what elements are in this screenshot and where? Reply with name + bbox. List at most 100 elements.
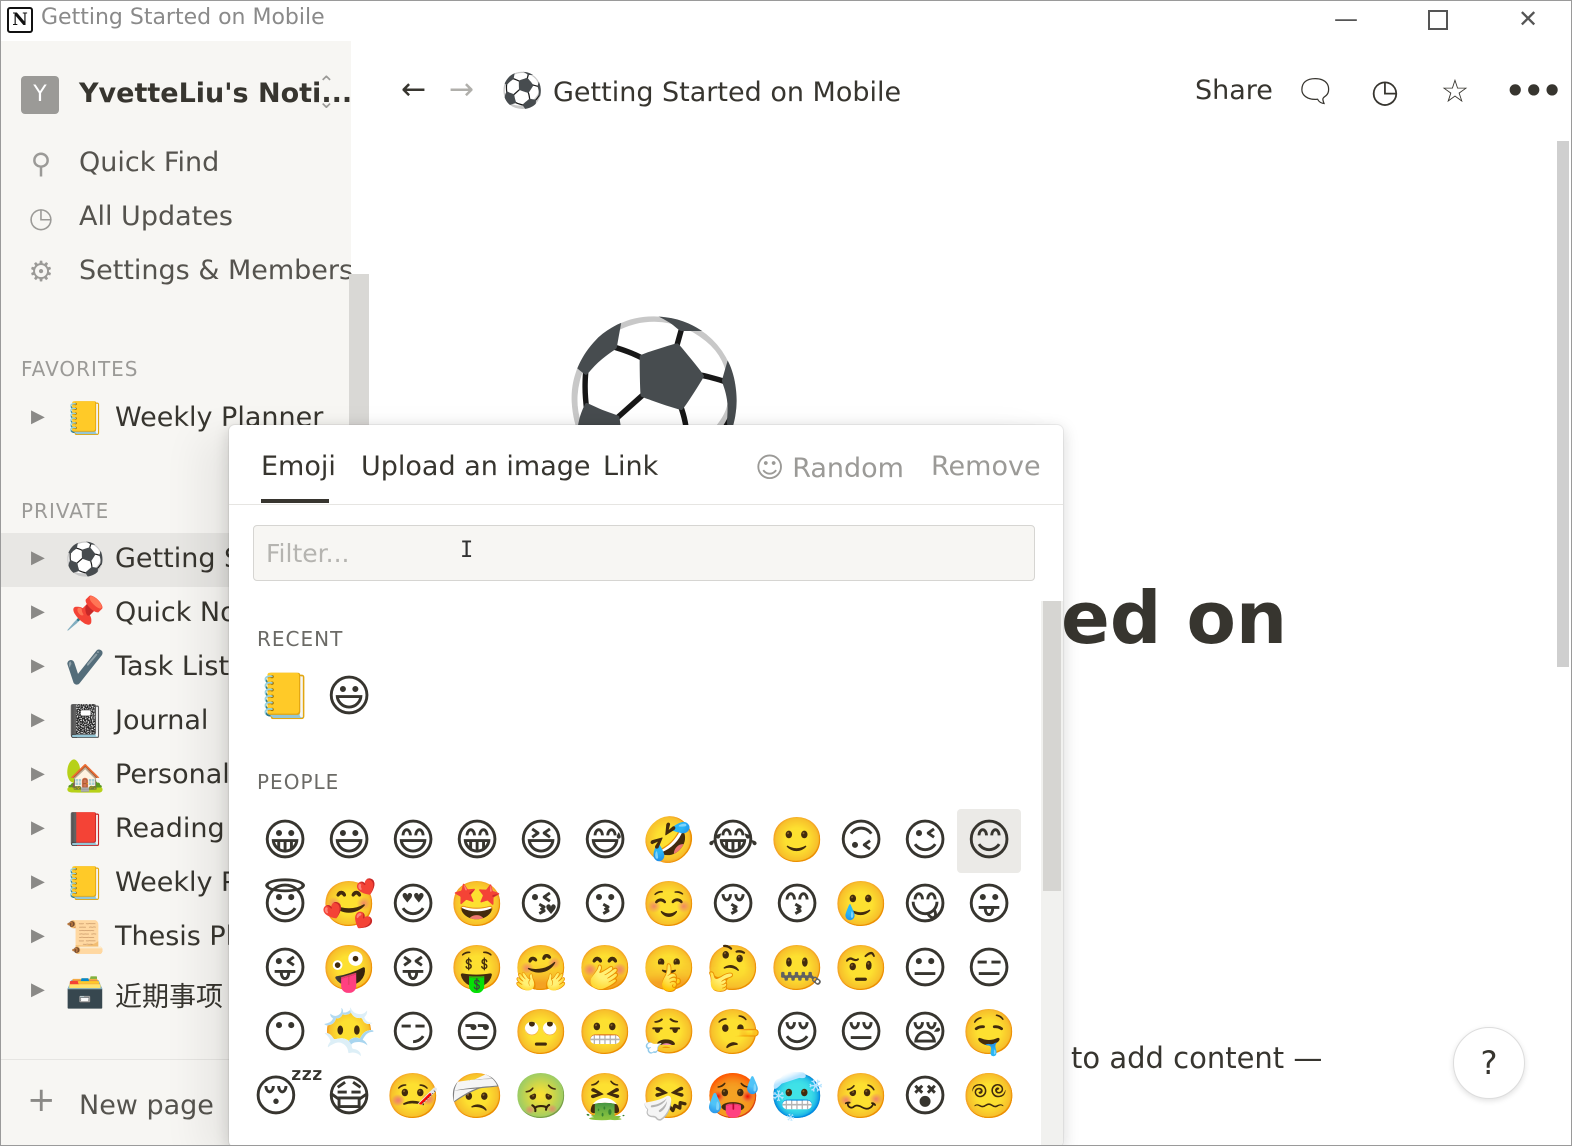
- tab-upload-image[interactable]: Upload an image: [361, 451, 591, 482]
- main-scrollbar[interactable]: [1557, 141, 1569, 667]
- emoji-option[interactable]: 😪: [893, 1001, 957, 1065]
- more-icon[interactable]: •••: [1505, 71, 1562, 111]
- emoji-option[interactable]: 😏: [381, 1001, 445, 1065]
- filter-field[interactable]: I: [253, 525, 1035, 581]
- emoji-option[interactable]: 🥲: [829, 873, 893, 937]
- emoji-option[interactable]: 🤭: [573, 937, 637, 1001]
- emoji-option[interactable]: 🙂: [765, 809, 829, 873]
- expand-arrow-icon[interactable]: ▶: [31, 979, 45, 1000]
- settings-members-link[interactable]: ⚙ Settings & Members: [21, 253, 353, 293]
- emoji-option[interactable]: 😚: [701, 873, 765, 937]
- emoji-option[interactable]: 🥵: [701, 1065, 765, 1129]
- emoji-option[interactable]: 😙: [765, 873, 829, 937]
- workspace-switcher[interactable]: Y YvetteLiu's Noti... ⌃ ⌄: [21, 73, 352, 114]
- emoji-option[interactable]: 🙄: [509, 1001, 573, 1065]
- emoji-option[interactable]: 😌: [765, 1001, 829, 1065]
- all-updates-link[interactable]: ◷ All Updates: [21, 199, 351, 239]
- emoji-option[interactable]: 😃: [317, 809, 381, 873]
- emoji-option[interactable]: 😂: [701, 809, 765, 873]
- emoji-option[interactable]: 🙃: [829, 809, 893, 873]
- quick-find-link[interactable]: ⚲ Quick Find: [21, 145, 351, 185]
- emoji-option[interactable]: 😉: [893, 809, 957, 873]
- emoji-option[interactable]: 🤩: [445, 873, 509, 937]
- emoji-option[interactable]: 😶‍🌫️: [317, 1001, 381, 1065]
- remove-button[interactable]: Remove: [931, 451, 1041, 482]
- picker-scrollbar-thumb[interactable]: [1043, 601, 1061, 891]
- emoji-option[interactable]: 😗: [573, 873, 637, 937]
- emoji-filter-input[interactable]: [254, 526, 1034, 580]
- emoji-option[interactable]: 🤧: [637, 1065, 701, 1129]
- emoji-option[interactable]: 🤔: [701, 937, 765, 1001]
- emoji-option[interactable]: 😆: [509, 809, 573, 873]
- emoji-option[interactable]: 🤥: [701, 1001, 765, 1065]
- emoji-option[interactable]: 😍: [381, 873, 445, 937]
- emoji-option[interactable]: 🤤: [957, 1001, 1021, 1065]
- emoji-option[interactable]: 😘: [509, 873, 573, 937]
- expand-arrow-icon[interactable]: ▶: [31, 763, 45, 784]
- emoji-option[interactable]: 😀: [253, 809, 317, 873]
- expand-arrow-icon[interactable]: ▶: [31, 655, 45, 676]
- picker-scrollbar[interactable]: [1041, 601, 1063, 1145]
- emoji-option[interactable]: 😇: [253, 873, 317, 937]
- emoji-option[interactable]: 😮‍💨: [637, 1001, 701, 1065]
- emoji-option[interactable]: 🤫: [637, 937, 701, 1001]
- emoji-option[interactable]: 😛: [957, 873, 1021, 937]
- emoji-option[interactable]: 🤑: [445, 937, 509, 1001]
- expand-arrow-icon[interactable]: ▶: [31, 601, 45, 622]
- emoji-option[interactable]: 🤣: [637, 809, 701, 873]
- expand-arrow-icon[interactable]: ▶: [31, 406, 45, 427]
- breadcrumb[interactable]: Getting Started on Mobile: [553, 77, 901, 108]
- emoji-option[interactable]: 🤗: [509, 937, 573, 1001]
- emoji-option[interactable]: 🤐: [765, 937, 829, 1001]
- history-icon[interactable]: ◷: [1365, 71, 1405, 111]
- emoji-option[interactable]: 🤕: [445, 1065, 509, 1129]
- back-arrow-icon[interactable]: ←: [401, 75, 426, 105]
- emoji-option[interactable]: 🥴: [829, 1065, 893, 1129]
- emoji-option[interactable]: 🤪: [317, 937, 381, 1001]
- expand-arrow-icon[interactable]: ▶: [31, 547, 45, 568]
- emoji-option[interactable]: 🥰: [317, 873, 381, 937]
- tab-emoji[interactable]: Emoji: [261, 451, 336, 482]
- emoji-option[interactable]: 📒: [253, 665, 317, 729]
- emoji-option[interactable]: 😅: [573, 809, 637, 873]
- page-placeholder-text: to add content —: [1071, 1041, 1323, 1075]
- emoji-option[interactable]: 🤨: [829, 937, 893, 1001]
- expand-arrow-icon[interactable]: ▶: [31, 925, 45, 946]
- forward-arrow-icon[interactable]: →: [449, 75, 474, 105]
- star-icon[interactable]: ☆: [1435, 71, 1475, 111]
- emoji-option[interactable]: 😬: [573, 1001, 637, 1065]
- help-button[interactable]: ?: [1453, 1027, 1525, 1099]
- emoji-option[interactable]: 😵: [893, 1065, 957, 1129]
- emoji-option[interactable]: 😵‍💫: [957, 1065, 1021, 1129]
- emoji-option[interactable]: 😜: [253, 937, 317, 1001]
- emoji-option[interactable]: 😁: [445, 809, 509, 873]
- emoji-option[interactable]: 😄: [381, 809, 445, 873]
- expand-arrow-icon[interactable]: ▶: [31, 709, 45, 730]
- emoji-option[interactable]: 😑: [957, 937, 1021, 1001]
- expand-arrow-icon[interactable]: ▶: [31, 817, 45, 838]
- random-button[interactable]: ☺ Random: [755, 451, 904, 484]
- emoji-option[interactable]: ☺️: [637, 873, 701, 937]
- emoji-option[interactable]: 😐: [893, 937, 957, 1001]
- emoji-option[interactable]: 😒: [445, 1001, 509, 1065]
- emoji-option[interactable]: 🤮: [573, 1065, 637, 1129]
- emoji-option[interactable]: 🥶: [765, 1065, 829, 1129]
- tab-link[interactable]: Link: [603, 451, 658, 482]
- close-button[interactable]: ✕: [1493, 1, 1563, 39]
- emoji-option[interactable]: 😔: [829, 1001, 893, 1065]
- emoji-option[interactable]: 😴: [253, 1065, 324, 1129]
- maximize-button[interactable]: [1403, 1, 1473, 39]
- emoji-option[interactable]: 🤢: [509, 1065, 573, 1129]
- emoji-option[interactable]: 😊: [957, 809, 1021, 873]
- emoji-option[interactable]: 😋: [893, 873, 957, 937]
- comment-icon[interactable]: 🗨: [1295, 71, 1336, 111]
- page-title[interactable]: ed on: [1061, 576, 1287, 660]
- share-button[interactable]: Share: [1195, 75, 1273, 106]
- emoji-option[interactable]: 😷: [317, 1065, 381, 1129]
- expand-arrow-icon[interactable]: ▶: [31, 871, 45, 892]
- emoji-option[interactable]: 🤒: [381, 1065, 445, 1129]
- emoji-option[interactable]: 😝: [381, 937, 445, 1001]
- emoji-option[interactable]: 😶: [253, 1001, 317, 1065]
- emoji-option[interactable]: 😃: [317, 665, 381, 729]
- minimize-button[interactable]: —: [1311, 1, 1381, 39]
